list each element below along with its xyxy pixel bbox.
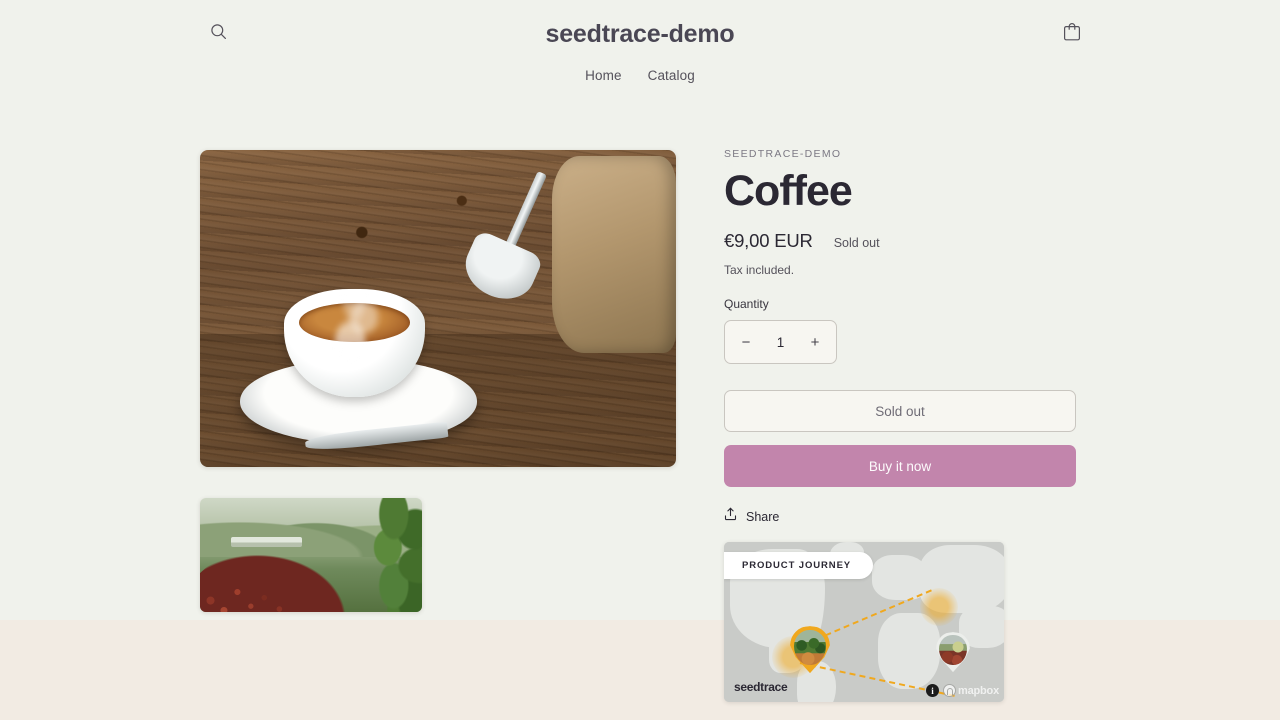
- share-button[interactable]: Share: [724, 507, 779, 526]
- product-thumbnail-image[interactable]: [200, 498, 422, 612]
- quantity-value[interactable]: 1: [777, 335, 785, 350]
- add-to-cart-button[interactable]: Sold out: [724, 390, 1076, 433]
- product-price: €9,00 EUR: [724, 230, 813, 252]
- product-main-image[interactable]: [200, 150, 676, 467]
- product-journey-badge: PRODUCT JOURNEY: [724, 552, 874, 580]
- nav-link-catalog[interactable]: Catalog: [648, 68, 695, 83]
- share-upload-icon: [724, 507, 737, 526]
- cart-button[interactable]: [1056, 18, 1088, 50]
- nav-link-home[interactable]: Home: [585, 68, 621, 83]
- availability-status: Sold out: [833, 236, 880, 251]
- shop-title[interactable]: seedtrace-demo: [0, 20, 1280, 49]
- quantity-label: Quantity: [724, 297, 769, 312]
- shopping-bag-icon: [1063, 22, 1081, 46]
- quantity-decrease-button[interactable]: −: [738, 334, 754, 351]
- page-title: Coffee: [724, 167, 853, 215]
- price-row: €9,00 EUR Sold out: [724, 230, 1076, 252]
- espresso-photo: [200, 150, 676, 467]
- mapbox-attribution-link[interactable]: mapbox: [943, 684, 999, 698]
- quantity-stepper[interactable]: − 1 +: [724, 320, 837, 365]
- map-info-button[interactable]: i: [926, 684, 940, 698]
- share-label: Share: [746, 509, 780, 524]
- seedtrace-logo-text: seedtrace: [734, 680, 788, 695]
- buy-it-now-button[interactable]: Buy it now: [724, 445, 1076, 488]
- page-background-bottom: [0, 620, 1280, 720]
- mapbox-logo-icon: [943, 684, 957, 698]
- origin-pin[interactable]: [790, 626, 830, 674]
- product-media-gallery: [200, 150, 676, 612]
- product-info: SEEDTRACE-DEMO Coffee €9,00 EUR Sold out…: [724, 148, 1076, 703]
- destination-pin[interactable]: [936, 632, 970, 673]
- product-vendor: SEEDTRACE-DEMO: [724, 148, 842, 160]
- map-attribution: i mapbox: [926, 684, 999, 698]
- main-navigation: Home Catalog: [0, 68, 1280, 83]
- product-page: seedtrace-demo Home Catalog SEEDTRACE-DE…: [0, 0, 1280, 720]
- tax-note: Tax included.: [724, 263, 795, 278]
- mapbox-wordmark: mapbox: [958, 684, 999, 697]
- quantity-increase-button[interactable]: +: [807, 334, 823, 351]
- farm-photo: [200, 498, 422, 612]
- seedtrace-logo[interactable]: seedtrace: [734, 680, 788, 695]
- site-header: seedtrace-demo Home Catalog: [0, 0, 1280, 83]
- product-journey-map[interactable]: PRODUCT JOURNEY seedtrace i mapbox: [724, 542, 1004, 703]
- journey-waypoint-europe: [920, 588, 958, 627]
